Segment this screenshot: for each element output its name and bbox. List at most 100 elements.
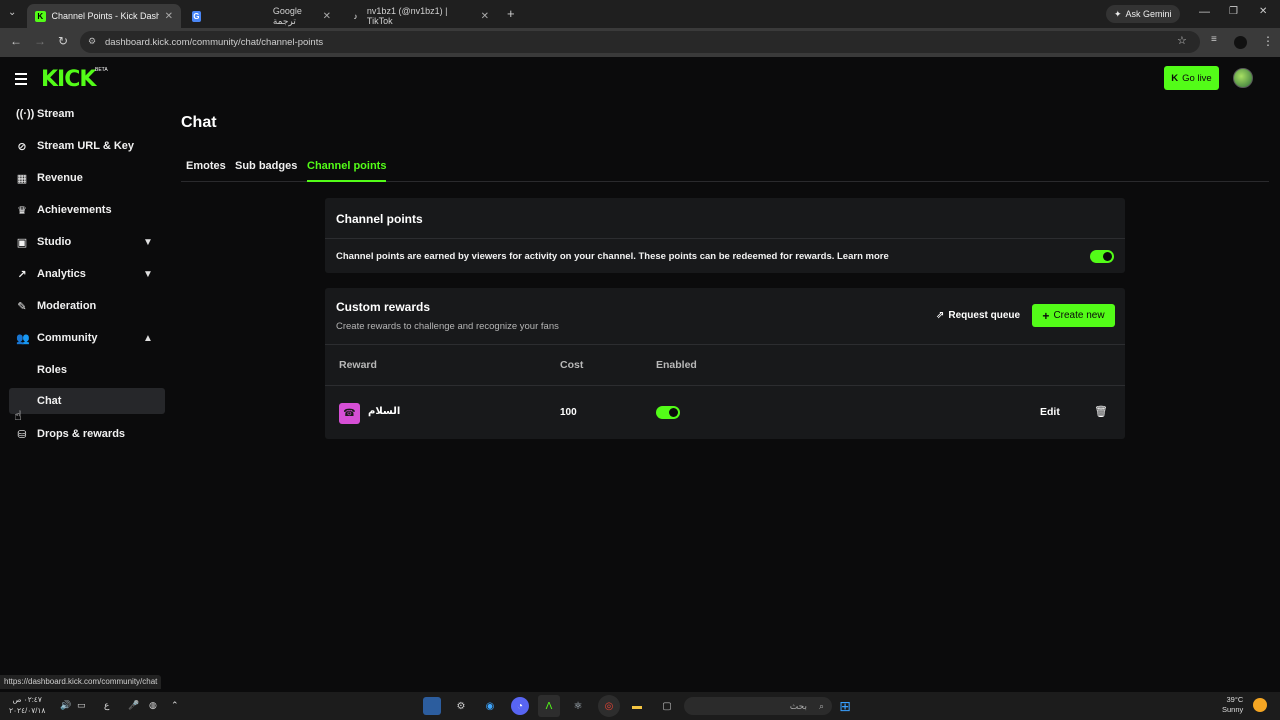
forward-icon[interactable]: → <box>34 34 46 48</box>
reload-icon[interactable]: ↻ <box>58 34 68 48</box>
search-icon: ⌕ <box>818 700 824 711</box>
sun-icon <box>1253 698 1267 712</box>
sidebar-item-stream-url[interactable]: ⊘ Stream URL & Key <box>0 133 165 159</box>
studio-icon: ▣ <box>16 236 28 249</box>
profile-icon[interactable] <box>1234 36 1247 49</box>
settings-app-icon[interactable]: ⚙ <box>452 697 470 715</box>
media-controls-icon[interactable]: ≡ <box>1211 34 1217 45</box>
sidebar-item-chat[interactable]: Chat <box>9 388 165 414</box>
go-live-button[interactable]: K Go live <box>1164 66 1219 90</box>
request-queue-button[interactable]: ⇗ Request queue <box>936 310 1020 321</box>
channel-points-description: Channel points are earned by viewers for… <box>336 251 889 262</box>
clock-date: ٢٠٢٤/٠٧/١٨ <box>9 706 46 715</box>
create-new-button[interactable]: + Create new <box>1032 304 1115 327</box>
microphone-icon[interactable]: 🎤 <box>128 700 139 711</box>
tab-emotes[interactable]: Emotes <box>186 160 226 172</box>
tiktok-favicon-icon: ♪ <box>353 11 358 21</box>
sidebar-item-community[interactable]: 👥 Community ▲ <box>0 325 165 351</box>
chevron-down-icon: ▼ <box>143 268 153 280</box>
sidebar-item-label: Roles <box>37 364 67 376</box>
kick-k-icon: K <box>1171 72 1179 84</box>
custom-rewards-subtitle: Create rewards to challenge and recogniz… <box>336 321 559 332</box>
sidebar-item-label: Moderation <box>37 300 97 312</box>
edge-icon[interactable]: ◉ <box>481 697 499 715</box>
go-live-label: Go live <box>1182 72 1212 84</box>
kick-logo[interactable]: KICK <box>41 67 96 92</box>
ask-gemini-label: Ask Gemini <box>1125 9 1172 19</box>
menu-icon[interactable] <box>15 73 27 88</box>
browser-tab-tiktok[interactable]: ♪ nv1bz1 (@nv1bz1) | TikTok ✕ <box>342 4 497 28</box>
ask-gemini-button[interactable]: ✦ Ask Gemini <box>1106 5 1180 23</box>
file-explorer-icon[interactable]: ▬ <box>628 697 646 715</box>
gemini-icon: ✦ <box>1114 8 1122 19</box>
sidebar-item-roles[interactable]: Roles <box>0 357 165 383</box>
tab-channel-points[interactable]: Channel points <box>307 160 387 182</box>
close-window-icon[interactable]: ✕ <box>1259 6 1267 17</box>
steam-icon[interactable]: ⚛ <box>569 697 587 715</box>
channel-points-toggle[interactable] <box>1090 250 1114 263</box>
kick-app-icon[interactable]: Λ <box>538 695 560 717</box>
column-reward: Reward <box>339 359 377 371</box>
chrome-icon[interactable]: ◎ <box>598 695 620 717</box>
reward-name: السلام <box>368 406 401 417</box>
language-indicator[interactable]: ع <box>104 700 109 711</box>
address-bar[interactable]: ⚙ dashboard.kick.com/community/chat/chan… <box>80 31 1200 53</box>
minimize-icon[interactable]: — <box>1199 6 1210 18</box>
tray-app-icon[interactable]: ◍ <box>149 700 157 711</box>
sidebar-item-label: Stream <box>37 108 75 120</box>
tab-title: nv1bz1 (@nv1bz1) | TikTok <box>366 6 448 26</box>
tab-sub-badges[interactable]: Sub badges <box>235 160 297 172</box>
app-taskbar-icon[interactable] <box>423 697 441 715</box>
sidebar-item-studio[interactable]: ▣ Studio ▼ <box>0 229 165 255</box>
user-avatar[interactable] <box>1233 68 1253 88</box>
restore-icon[interactable]: ❐ <box>1229 6 1238 17</box>
weather-widget[interactable]: 39°C Sunny <box>1222 695 1243 715</box>
browser-tab-translate[interactable]: G Google ترجمة ✕ <box>184 4 339 28</box>
windows-taskbar: ٠٢:٤٧ ص ٢٠٢٤/٠٧/١٨ 🔊 ▭ ع 🎤 ◍ ⌃ ⚙ ◉ ◔ Λ ⚛… <box>0 692 1280 720</box>
column-cost: Cost <box>560 359 584 371</box>
browser-tab-kick[interactable]: K Channel Points - Kick Dashboa ✕ <box>27 4 181 28</box>
tab-title: Google ترجمة <box>272 5 302 26</box>
chevron-up-icon[interactable]: ⌃ <box>171 700 179 711</box>
reward-enabled-toggle[interactable] <box>656 406 680 419</box>
divider <box>325 344 1125 345</box>
browser-toolbar: ← → ↻ ⚙ dashboard.kick.com/community/cha… <box>0 28 1280 57</box>
sidebar-item-revenue[interactable]: ▦ Revenue <box>0 165 165 191</box>
windows-start-icon[interactable]: ⊞ <box>836 697 854 715</box>
close-tab-icon[interactable]: ✕ <box>323 11 331 22</box>
taskbar-search[interactable]: بحث ⌕ <box>684 697 832 715</box>
delete-icon[interactable]: 🗑 <box>1094 405 1108 418</box>
clock[interactable]: ٠٢:٤٧ ص ٢٠٢٤/٠٧/١٨ <box>9 694 45 716</box>
edit-reward-button[interactable]: Edit <box>1040 406 1060 418</box>
discord-icon[interactable]: ◔ <box>511 697 529 715</box>
plus-icon: + <box>1042 308 1050 323</box>
page-title: Chat <box>181 114 217 131</box>
task-view-icon[interactable]: ▢ <box>658 697 676 715</box>
reward-cost: 100 <box>560 407 577 418</box>
sidebar-item-label: Achievements <box>37 204 112 216</box>
back-icon[interactable]: ← <box>10 34 22 48</box>
sidebar-item-achievements[interactable]: ♛ Achievements <box>0 197 165 223</box>
sidebar-item-drops-rewards[interactable]: ⛁ Drops & rewards <box>0 421 165 447</box>
new-tab-button[interactable]: + <box>507 6 515 21</box>
volume-icon[interactable]: 🔊 <box>60 700 71 711</box>
reward-icon: ☎ <box>339 403 360 424</box>
broadcast-icon: ((·)) <box>16 108 35 120</box>
browser-menu-icon[interactable]: ⋮ <box>1262 34 1274 48</box>
network-icon[interactable]: ▭ <box>77 700 86 711</box>
revenue-icon: ▦ <box>16 172 28 185</box>
sidebar-item-analytics[interactable]: ↗ Analytics ▼ <box>0 261 165 287</box>
trophy-icon: ♛ <box>17 204 27 217</box>
tab-search-icon[interactable]: ⌄ <box>8 7 16 18</box>
close-tab-icon[interactable]: ✕ <box>481 11 489 22</box>
table-row: ☎ السلام 100 Edit 🗑 <box>325 386 1125 439</box>
channel-points-heading: Channel points <box>336 212 423 226</box>
sidebar-item-moderation[interactable]: ✎ Moderation <box>0 293 165 319</box>
sidebar-item-stream[interactable]: ((·)) Stream <box>0 101 165 127</box>
search-placeholder: بحث <box>789 700 807 711</box>
kick-dashboard: KICK BETA K Go live ((·)) Stream ⊘ Strea… <box>0 57 1280 692</box>
site-info-icon[interactable]: ⚙ <box>88 36 96 47</box>
bookmark-star-icon[interactable]: ☆ <box>1177 34 1187 47</box>
status-bar-url: https://dashboard.kick.com/community/cha… <box>0 675 162 689</box>
close-tab-icon[interactable]: ✕ <box>165 11 173 22</box>
